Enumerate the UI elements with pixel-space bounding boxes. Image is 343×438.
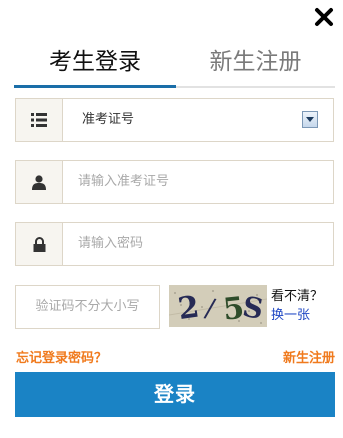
captcha-refresh-link[interactable]: 换一张 [271, 306, 323, 325]
tab-login[interactable]: 考生登录 [14, 42, 176, 86]
id-type-value: 准考证号 [82, 112, 135, 127]
tab-register[interactable]: 新生注册 [176, 42, 335, 86]
password-input[interactable]: 请输入密码 [78, 223, 143, 265]
captcha-help: 看不清？ 换一张 [271, 287, 323, 325]
login-button[interactable]: 登录 [15, 372, 335, 417]
account-input[interactable]: 请输入准考证号 [78, 161, 169, 203]
captcha-field[interactable]: 验证码不分大小写 [15, 285, 160, 329]
captcha-hint: 看不清？ [271, 289, 324, 304]
close-icon[interactable] [312, 5, 336, 29]
user-icon [16, 161, 63, 203]
lock-icon [16, 223, 63, 265]
password-field[interactable]: 请输入密码 [15, 222, 334, 266]
register-link[interactable]: 新生注册 [283, 347, 335, 366]
id-type-select[interactable]: 准考证号 [15, 98, 334, 142]
captcha-image[interactable]: 2 / 5 S [169, 285, 267, 327]
login-tabs: 考生登录 新生注册 [14, 42, 335, 90]
dropdown-arrow-icon[interactable] [302, 111, 318, 128]
captcha-input[interactable]: 验证码不分大小写 [16, 286, 159, 328]
active-tab-indicator [14, 85, 176, 88]
list-icon [16, 99, 63, 141]
account-field[interactable]: 请输入准考证号 [15, 160, 334, 204]
tab-divider [176, 86, 335, 88]
forgot-password-link[interactable]: 忘记登录密码？ [16, 347, 107, 366]
